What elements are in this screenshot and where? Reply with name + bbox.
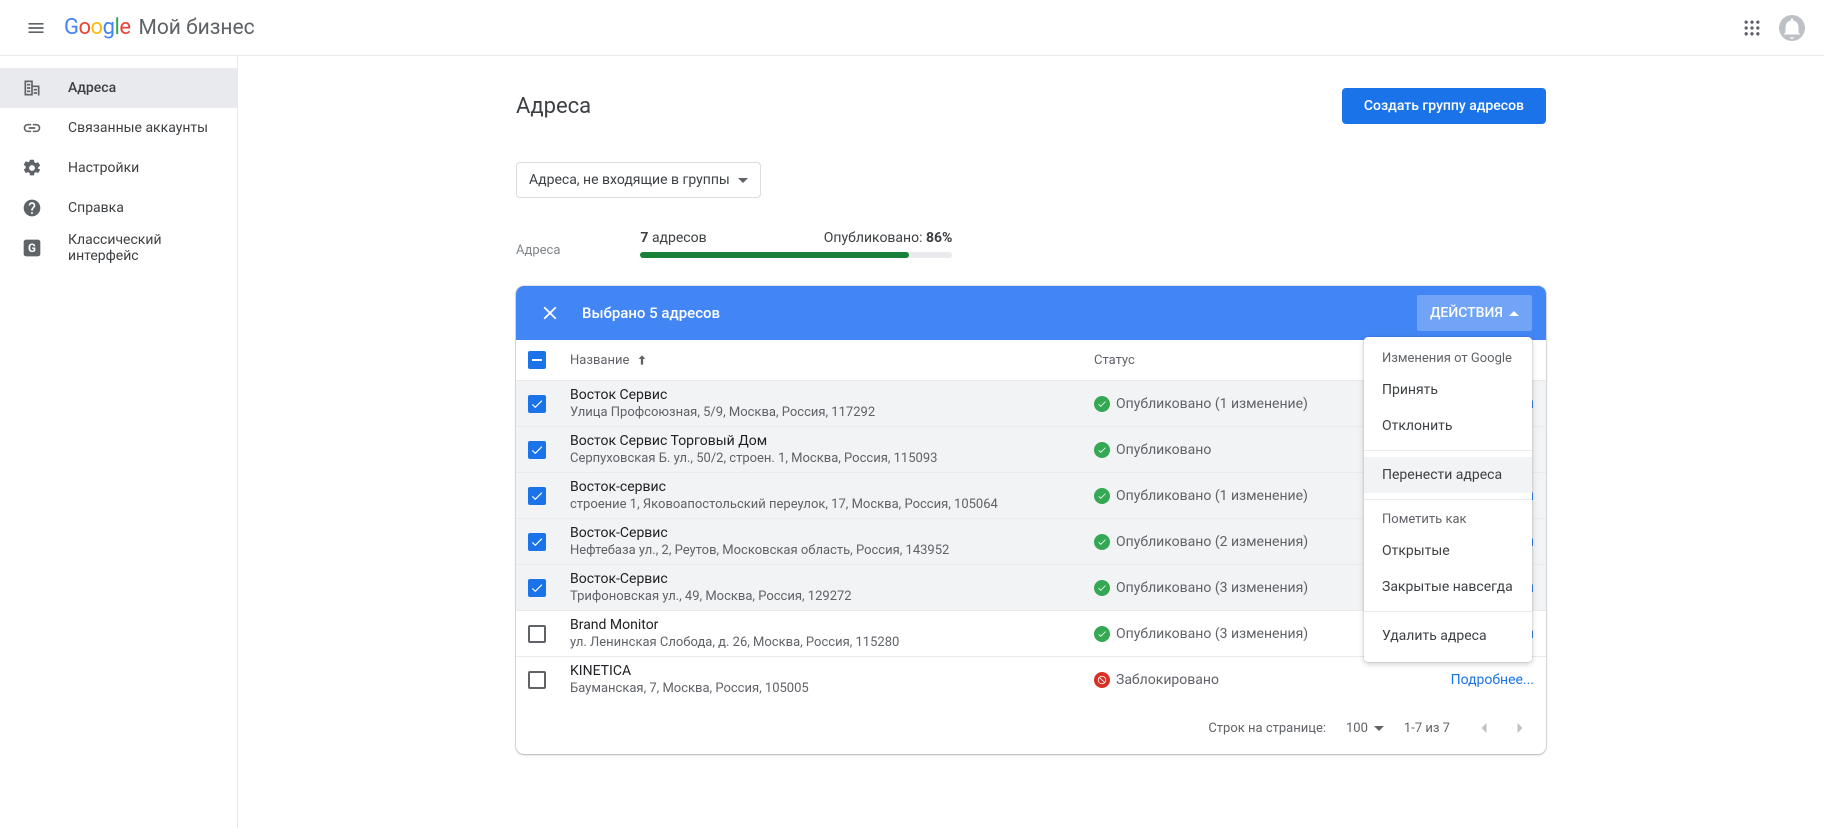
selection-count-label: Выбрано 5 адресов (582, 304, 720, 322)
blocked-icon (1094, 672, 1110, 688)
menu-open[interactable]: Открытые (1364, 533, 1532, 569)
sidebar-item-linked[interactable]: Связанные аккаунты (0, 108, 237, 148)
stats-section-label: Адреса (516, 243, 560, 258)
sidebar-item-label: Справка (68, 200, 124, 216)
notifications-icon[interactable] (1772, 8, 1812, 48)
published-icon (1094, 534, 1110, 550)
row-status: Опубликовано (2 изменения) (1094, 534, 1354, 550)
row-status: Заблокировано (1094, 672, 1354, 688)
rows-per-page-label: Строк на странице: (1208, 721, 1326, 736)
next-page-button[interactable] (1506, 714, 1534, 742)
table-row: KINETICAБауманская, 7, Москва, Россия, 1… (516, 656, 1546, 702)
product-name: Мой бизнес (138, 16, 254, 40)
app-header: Google Мой бизнес (0, 0, 1824, 56)
row-checkbox[interactable] (528, 625, 546, 643)
published-icon (1094, 580, 1110, 596)
row-checkbox[interactable] (528, 441, 546, 459)
svg-text:G: G (28, 241, 36, 255)
sidebar-item-label: Классический интерфейс (68, 232, 215, 264)
published-icon (1094, 488, 1110, 504)
row-status: Опубликовано (1 изменение) (1094, 488, 1354, 504)
row-checkbox[interactable] (528, 533, 546, 551)
row-name[interactable]: Восток-СервисНефтебаза ул., 2, Реутов, М… (570, 525, 1094, 558)
actions-menu: Изменения от Google Принять Отклонить Пе… (1364, 337, 1532, 662)
selection-bar: Выбрано 5 адресов ДЕЙСТВИЯ Изменения от … (516, 286, 1546, 340)
row-name[interactable]: Brand Monitorул. Ленинская Слобода, д. 2… (570, 617, 1094, 650)
sidebar: Адреса Связанные аккаунты Настройки Спра… (0, 56, 238, 828)
actions-button[interactable]: ДЕЙСТВИЯ (1417, 295, 1532, 331)
gear-icon (22, 158, 42, 178)
menu-section-markas: Пометить как (1364, 506, 1532, 533)
row-status: Опубликовано (3 изменения) (1094, 580, 1354, 596)
menu-separator (1364, 611, 1532, 612)
menu-closed[interactable]: Закрытые навсегда (1364, 569, 1532, 605)
sidebar-item-help[interactable]: Справка (0, 188, 237, 228)
sidebar-item-label: Настройки (68, 160, 139, 176)
published-icon (1094, 626, 1110, 642)
sidebar-item-label: Связанные аккаунты (68, 120, 208, 136)
row-checkbox[interactable] (528, 487, 546, 505)
row-checkbox[interactable] (528, 579, 546, 597)
progress-bar (640, 252, 952, 258)
chevron-down-icon (738, 178, 748, 183)
menu-move[interactable]: Перенести адреса (1364, 457, 1532, 493)
row-name[interactable]: Восток Сервис Торговый ДомСерпуховская Б… (570, 433, 1094, 466)
row-checkbox[interactable] (528, 671, 546, 689)
location-count: 7 адресов (640, 230, 706, 246)
row-link[interactable]: Подробнее... (1354, 672, 1534, 688)
select-all-checkbox[interactable] (528, 351, 546, 369)
classic-g-icon: G (22, 238, 42, 258)
row-name[interactable]: Восток СервисУлица Профсоюзная, 5/9, Мос… (570, 387, 1094, 420)
row-status: Опубликовано (1094, 442, 1354, 458)
published-icon (1094, 442, 1110, 458)
sidebar-item-settings[interactable]: Настройки (0, 148, 237, 188)
apps-icon[interactable] (1732, 8, 1772, 48)
row-name[interactable]: KINETICAБауманская, 7, Москва, Россия, 1… (570, 663, 1094, 696)
link-icon (22, 118, 42, 138)
paginator: Строк на странице: 100 1-7 из 7 (516, 702, 1546, 754)
page-range: 1-7 из 7 (1404, 721, 1450, 736)
sidebar-item-classic[interactable]: G Классический интерфейс (0, 228, 237, 268)
column-status: Статус (1094, 353, 1354, 368)
sidebar-item-locations[interactable]: Адреса (0, 68, 237, 108)
menu-delete[interactable]: Удалить адреса (1364, 618, 1532, 654)
create-group-button[interactable]: Создать группу адресов (1342, 88, 1546, 124)
chevron-down-icon (1374, 726, 1384, 731)
locations-card: Выбрано 5 адресов ДЕЙСТВИЯ Изменения от … (516, 286, 1546, 754)
column-name[interactable]: Название (570, 353, 1094, 368)
logo[interactable]: Google Мой бизнес (64, 15, 255, 40)
google-logo: Google (64, 15, 130, 40)
group-filter-dropdown[interactable]: Адреса, не входящие в группы (516, 162, 761, 198)
menu-reject[interactable]: Отклонить (1364, 408, 1532, 444)
published-pct: Опубликовано: 86% (824, 230, 953, 246)
page-title: Адреса (516, 94, 591, 119)
menu-section-google-changes: Изменения от Google (1364, 345, 1532, 372)
prev-page-button[interactable] (1470, 714, 1498, 742)
menu-accept[interactable]: Принять (1364, 372, 1532, 408)
chevron-up-icon (1509, 311, 1519, 316)
row-checkbox[interactable] (528, 395, 546, 413)
sort-asc-icon (635, 353, 649, 367)
row-status: Опубликовано (1 изменение) (1094, 396, 1354, 412)
building-icon (22, 78, 42, 98)
dropdown-label: Адреса, не входящие в группы (529, 172, 730, 188)
row-name[interactable]: Восток-сервисстроение 1, Яковоапостольск… (570, 479, 1094, 512)
rows-per-page-select[interactable]: 100 (1346, 721, 1384, 736)
row-status: Опубликовано (3 изменения) (1094, 626, 1354, 642)
menu-separator (1364, 499, 1532, 500)
sidebar-item-label: Адреса (68, 80, 116, 96)
close-icon[interactable] (530, 302, 570, 324)
published-icon (1094, 396, 1110, 412)
menu-separator (1364, 450, 1532, 451)
row-name[interactable]: Восток-СервисТрифоновская ул., 49, Москв… (570, 571, 1094, 604)
hamburger-icon[interactable] (12, 4, 60, 52)
help-icon (22, 198, 42, 218)
